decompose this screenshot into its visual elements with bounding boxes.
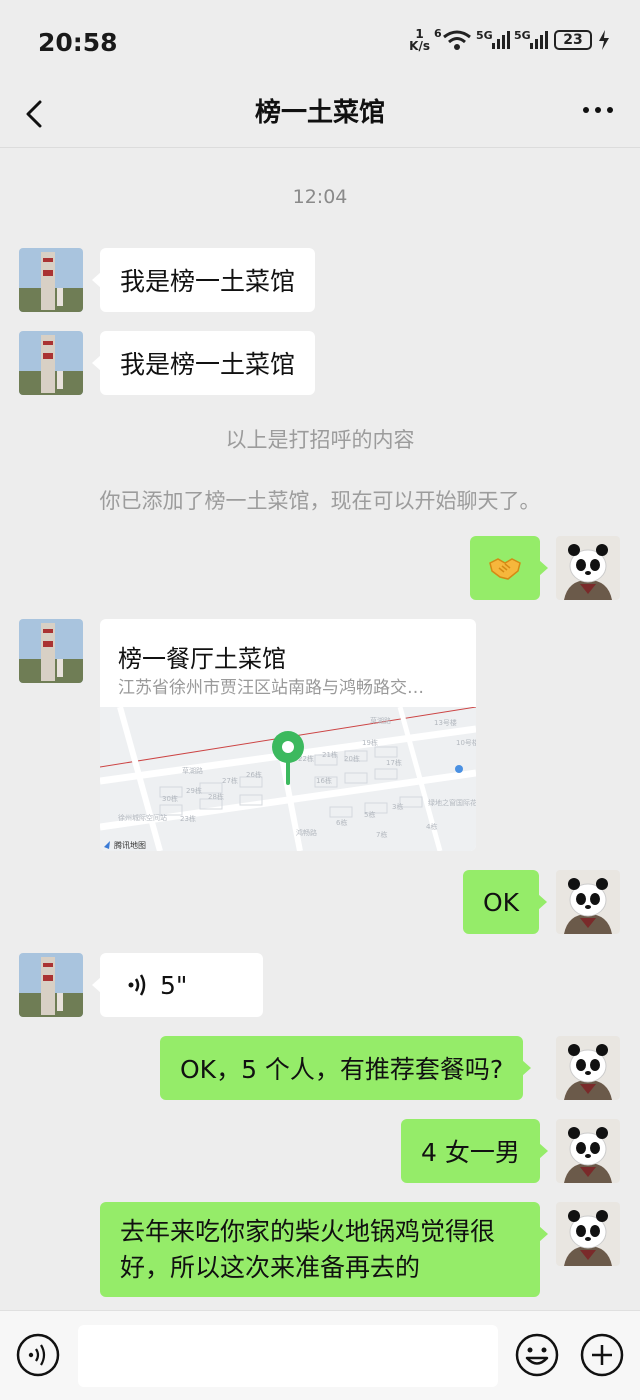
map-label: 19栋	[362, 738, 378, 747]
plus-icon	[580, 1333, 624, 1377]
map-label: 草湖路	[182, 766, 203, 775]
map-label: 4栋	[426, 822, 437, 831]
voice-input-button[interactable]	[16, 1333, 60, 1377]
contact-avatar[interactable]	[19, 248, 83, 312]
my-avatar[interactable]	[556, 1119, 620, 1183]
more-dots-icon	[583, 107, 613, 113]
map-label: 16栋	[316, 776, 332, 785]
contact-avatar[interactable]	[19, 331, 83, 395]
map-label: 10号楼	[456, 738, 476, 747]
more-button[interactable]	[578, 96, 618, 126]
emoji-icon	[515, 1333, 559, 1377]
plus-button[interactable]	[580, 1333, 624, 1377]
chat-title: 榜一土菜馆	[254, 98, 385, 128]
map-label: 鸿畅路	[296, 828, 317, 837]
map-label: 21栋	[322, 750, 338, 759]
voice-icon	[16, 1333, 60, 1377]
message-incoming[interactable]: 我是榜一土菜馆	[91, 248, 316, 312]
message-outgoing-emoji[interactable]	[470, 536, 548, 600]
status-time: 20:58	[38, 28, 118, 57]
contact-avatar[interactable]	[19, 619, 83, 683]
map-label: 30栋	[162, 794, 178, 803]
network-speed: 1 K/s	[409, 28, 430, 52]
map-label: 28栋	[208, 792, 224, 801]
my-avatar[interactable]	[556, 536, 620, 600]
my-avatar[interactable]	[556, 870, 620, 934]
message-outgoing[interactable]: 4 女一男	[401, 1119, 548, 1183]
battery-icon: 23	[554, 30, 592, 50]
battery-level: 23	[563, 32, 583, 48]
map-brand: 腾讯地图	[114, 840, 146, 850]
map-label: 7栋	[376, 830, 387, 839]
contact-avatar[interactable]	[19, 953, 83, 1017]
wifi-label: 6	[434, 27, 442, 40]
my-avatar[interactable]	[556, 1202, 620, 1266]
map-label: 23栋	[180, 814, 196, 823]
location-address: 江苏省徐州市贾汪区站南路与鸿畅路交…	[118, 678, 424, 698]
chat-header: 榜一土菜馆	[0, 86, 640, 148]
voice-wave-icon	[128, 974, 146, 996]
message-incoming[interactable]: 我是榜一土菜馆	[91, 331, 316, 395]
handshake-emoji-icon	[489, 558, 521, 580]
map-label: 26栋	[246, 770, 262, 779]
signal-1-label: 5G	[476, 29, 493, 42]
message-outgoing[interactable]: 去年来吃你家的柴火地锅鸡觉得很好，所以这次来准备再去的	[100, 1202, 548, 1297]
message-outgoing[interactable]: OK	[463, 870, 548, 934]
wifi-icon: 6	[434, 27, 472, 51]
signal-2-icon: 5G	[514, 29, 548, 49]
map-label: 17栋	[386, 758, 402, 767]
map-label: 13号楼	[434, 718, 457, 727]
emoji-button[interactable]	[515, 1333, 559, 1377]
map-label: 徐州城际空间站	[118, 813, 167, 822]
voice-duration: 5"	[160, 970, 188, 1000]
map-label: 6栋	[336, 818, 347, 827]
map-label: 3栋	[392, 802, 403, 811]
map-label: 20栋	[344, 754, 360, 763]
network-speed-unit: K/s	[409, 39, 430, 53]
chat-timestamp: 12:04	[292, 186, 348, 208]
map-label: 绿地之窗国际花园	[428, 798, 476, 807]
status-icons: 1 K/s 6 5G 5G 23	[409, 27, 610, 52]
status-bar: 20:58 1 K/s 6 5G 5G 23	[0, 0, 640, 86]
input-bar	[0, 1310, 640, 1400]
map-label: 27栋	[222, 776, 238, 785]
location-name: 榜一餐厅土菜馆	[118, 645, 286, 673]
signal-1-icon: 5G	[476, 29, 510, 49]
map-label: 草湖路	[370, 716, 391, 725]
location-card[interactable]: 榜一餐厅土菜馆 江苏省徐州市贾汪区站南路与鸿畅路交… 草湖路 草湖路 徐州城际空…	[100, 619, 476, 851]
map-label: 29栋	[186, 786, 202, 795]
map-label: 5栋	[364, 810, 375, 819]
voice-message[interactable]: 5"	[92, 953, 263, 1017]
my-avatar[interactable]	[556, 1036, 620, 1100]
message-input[interactable]	[78, 1325, 498, 1387]
system-message: 你已添加了榜一土菜馆，现在可以开始聊天了。	[99, 489, 541, 513]
message-outgoing[interactable]: OK，5 个人，有推荐套餐吗?	[160, 1036, 532, 1100]
signal-2-label: 5G	[514, 29, 531, 42]
charging-icon	[599, 30, 609, 50]
system-message: 以上是打招呼的内容	[225, 428, 415, 452]
location-map: 草湖路 草湖路 徐州城际空间站 绿地之窗国际花园 19栋 20栋 21栋 22栋…	[100, 706, 476, 851]
